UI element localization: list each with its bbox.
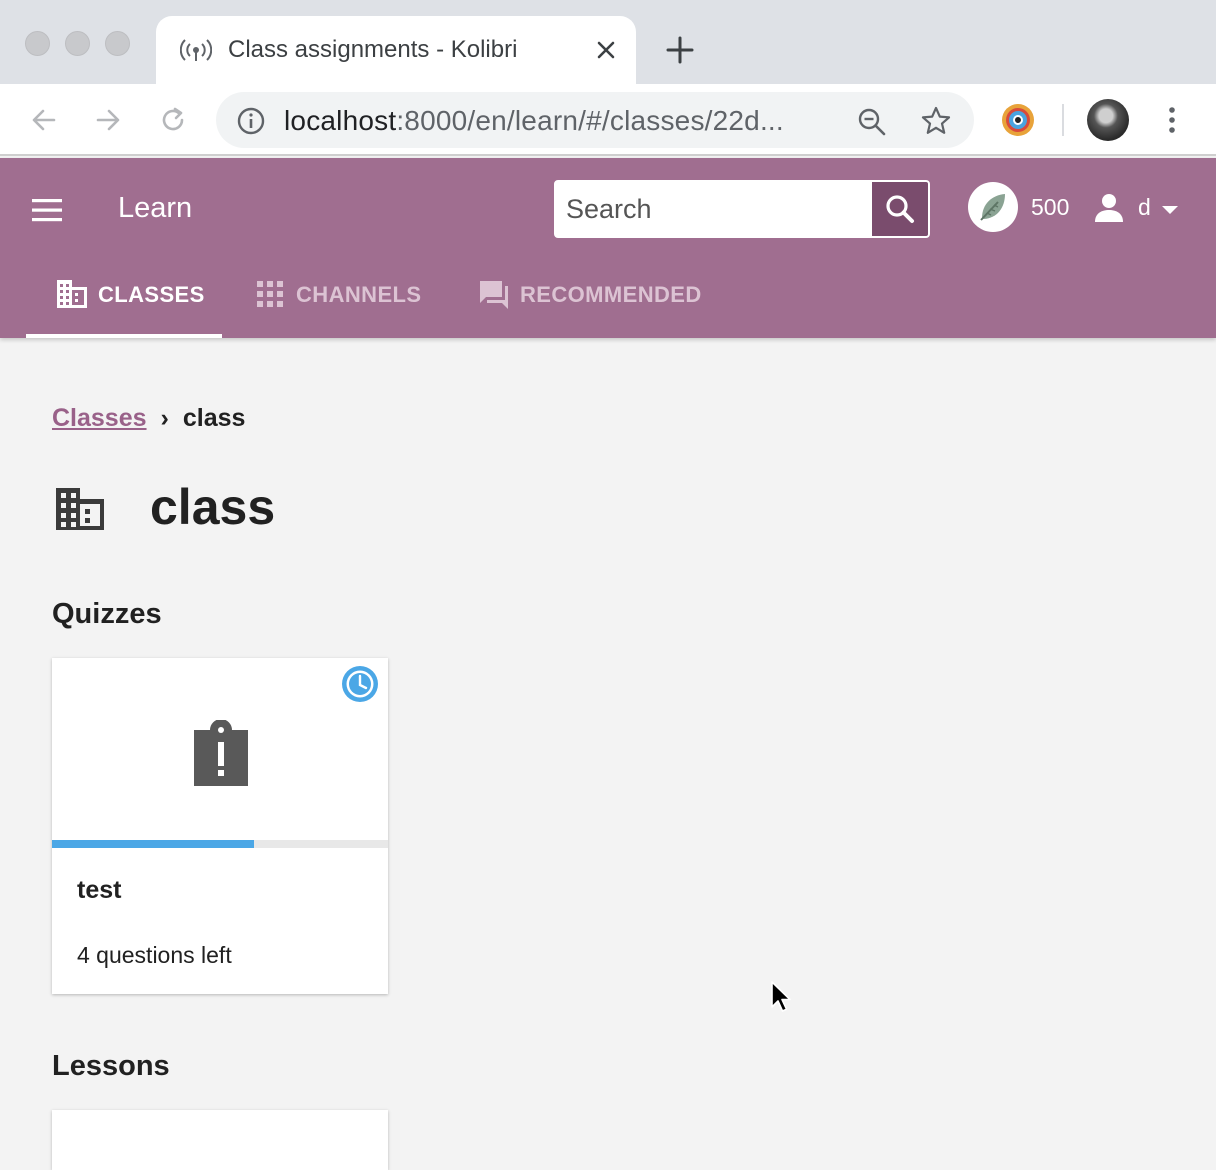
toolbar-divider xyxy=(1062,104,1064,136)
chevron-down-icon[interactable] xyxy=(1160,204,1180,216)
class-building-icon xyxy=(56,488,104,530)
quizzes-heading: Quizzes xyxy=(52,598,162,630)
browser-tab-strip: Class assignments - Kolibri xyxy=(0,0,1216,84)
lesson-card[interactable] xyxy=(52,1110,388,1170)
quiz-progress-fill xyxy=(52,840,254,848)
user-icon[interactable] xyxy=(1094,192,1124,224)
points-badge xyxy=(968,182,1018,232)
url-text: localhost:8000/en/learn/#/classes/22d... xyxy=(284,105,784,136)
forward-arrow-icon[interactable] xyxy=(92,104,124,136)
tab-classes-label: CLASSES xyxy=(98,282,205,307)
window-close-control[interactable] xyxy=(25,31,50,56)
channels-icon xyxy=(257,281,283,307)
address-bar[interactable]: localhost:8000/en/learn/#/classes/22d... xyxy=(216,92,974,148)
new-tab-icon[interactable] xyxy=(664,34,696,66)
breadcrumb-classes-link[interactable]: Classes xyxy=(52,404,147,432)
hamburger-menu-icon[interactable] xyxy=(32,196,62,224)
recommended-icon xyxy=(480,281,508,309)
classes-icon xyxy=(57,280,87,308)
tab-recommended-label: RECOMMENDED xyxy=(520,282,702,307)
breadcrumb: Classes › class xyxy=(52,404,245,433)
quiz-title: test xyxy=(77,876,122,904)
quiz-card-thumbnail xyxy=(52,658,388,840)
tab-channels[interactable]: CHANNELS xyxy=(254,256,434,338)
active-tab-indicator xyxy=(26,334,222,338)
reload-icon[interactable] xyxy=(157,104,189,136)
search-input[interactable] xyxy=(556,182,872,236)
profile-avatar[interactable] xyxy=(1087,99,1129,141)
broadcast-favicon-icon xyxy=(180,39,212,61)
breadcrumb-current: class xyxy=(182,404,246,432)
app-title: Learn xyxy=(118,192,193,224)
tab-classes[interactable]: CLASSES xyxy=(26,256,222,338)
browser-tab[interactable]: Class assignments - Kolibri xyxy=(156,16,636,84)
quiz-subtitle: 4 questions left xyxy=(77,942,232,968)
extension-eye-icon[interactable] xyxy=(1000,102,1036,138)
browser-tab-title: Class assignments - Kolibri xyxy=(228,36,518,63)
back-arrow-icon[interactable] xyxy=(28,104,60,136)
quiz-card[interactable]: test 4 questions left xyxy=(52,658,388,994)
tab-recommended[interactable]: RECOMMENDED xyxy=(478,256,718,338)
mouse-cursor-icon xyxy=(771,981,791,1012)
browser-menu-icon[interactable] xyxy=(1160,104,1184,136)
lessons-heading: Lessons xyxy=(52,1050,170,1082)
search-icon xyxy=(886,195,914,223)
window-zoom-control[interactable] xyxy=(105,31,130,56)
search-button[interactable] xyxy=(872,182,928,236)
search-box xyxy=(554,180,930,238)
quiz-progress-bar xyxy=(52,840,388,848)
leaf-points-icon xyxy=(980,194,1005,221)
tab-channels-label: CHANNELS xyxy=(296,282,422,307)
window-minimize-control[interactable] xyxy=(65,31,90,56)
clock-icon xyxy=(342,666,378,702)
page-title: class xyxy=(150,479,276,535)
zoom-out-icon[interactable] xyxy=(856,106,888,138)
points-value: 500 xyxy=(1031,194,1070,220)
breadcrumb-separator: › xyxy=(160,404,169,432)
app-bar: Learn 500 d xyxy=(0,158,1216,338)
user-name[interactable]: d xyxy=(1138,194,1151,221)
bookmark-star-icon[interactable] xyxy=(920,105,952,137)
tab-close-icon[interactable] xyxy=(592,36,620,64)
site-info-icon[interactable] xyxy=(236,106,266,136)
quiz-clipboard-icon xyxy=(194,720,248,786)
